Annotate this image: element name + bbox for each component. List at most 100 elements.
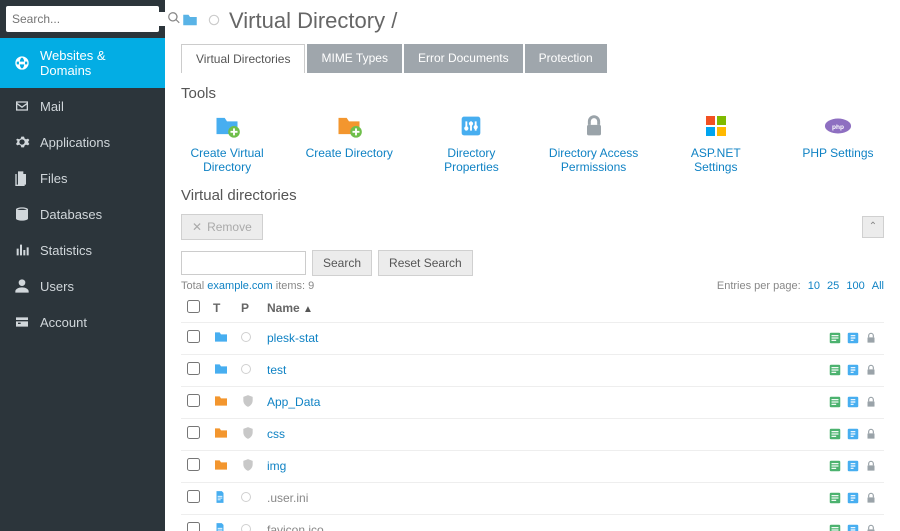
props-icon[interactable] bbox=[828, 363, 842, 377]
perms-icon[interactable] bbox=[846, 363, 860, 377]
directory-table: T P Name ▲ plesk-stattestApp_Datacssimg.… bbox=[181, 294, 884, 531]
lock-icon[interactable] bbox=[864, 331, 878, 345]
perm-icon bbox=[235, 386, 261, 418]
lock-icon bbox=[580, 112, 608, 140]
row-actions bbox=[820, 331, 878, 345]
lock-icon[interactable] bbox=[864, 523, 878, 531]
tab-error-documents[interactable]: Error Documents bbox=[404, 44, 523, 73]
row-checkbox[interactable] bbox=[187, 362, 200, 375]
row-name[interactable]: css bbox=[261, 418, 814, 450]
tools-row: Create Virtual Directory Create Director… bbox=[181, 112, 884, 175]
lock-icon[interactable] bbox=[864, 395, 878, 409]
remove-button[interactable]: ✕ Remove bbox=[181, 214, 263, 240]
perms-icon[interactable] bbox=[846, 459, 860, 473]
lock-icon[interactable] bbox=[864, 491, 878, 505]
sidebar-item-label: Files bbox=[40, 171, 67, 186]
sidebar-item-users[interactable]: Users bbox=[0, 268, 165, 304]
delete-icon: ✕ bbox=[192, 220, 202, 234]
select-all-checkbox[interactable] bbox=[187, 300, 200, 313]
sidebar-item-statistics[interactable]: Statistics bbox=[0, 232, 165, 268]
sidebar-search[interactable] bbox=[6, 6, 159, 32]
row-name: .user.ini bbox=[261, 482, 814, 514]
folder-plus-orange-icon bbox=[335, 112, 363, 140]
tool-directory-access-permissions[interactable]: Directory Access Permissions bbox=[548, 112, 640, 175]
row-actions bbox=[820, 395, 878, 409]
col-name[interactable]: Name ▲ bbox=[261, 294, 814, 323]
summary-row: Total example.com items: 9 Entries per p… bbox=[181, 280, 884, 292]
perms-icon[interactable] bbox=[846, 523, 860, 531]
props-icon[interactable] bbox=[828, 395, 842, 409]
row-checkbox[interactable] bbox=[187, 458, 200, 471]
collapse-button[interactable]: ⌃ bbox=[862, 216, 884, 238]
lock-icon[interactable] bbox=[864, 363, 878, 377]
pager-100[interactable]: 100 bbox=[846, 280, 864, 292]
remove-label: Remove bbox=[207, 220, 252, 234]
pager-25[interactable]: 25 bbox=[827, 280, 839, 292]
sidebar-item-files[interactable]: Files bbox=[0, 160, 165, 196]
props-icon[interactable] bbox=[828, 491, 842, 505]
search-button[interactable]: Search bbox=[312, 250, 372, 276]
tab-protection[interactable]: Protection bbox=[525, 44, 607, 73]
row-name[interactable]: plesk-stat bbox=[261, 322, 814, 354]
pager-all[interactable]: All bbox=[872, 280, 884, 292]
sidebar-item-databases[interactable]: Databases bbox=[0, 196, 165, 232]
props-icon[interactable] bbox=[828, 331, 842, 345]
sidebar-item-account[interactable]: Account bbox=[0, 304, 165, 340]
perm-icon bbox=[235, 482, 261, 514]
props-icon[interactable] bbox=[828, 523, 842, 531]
col-type[interactable]: T bbox=[207, 294, 235, 323]
col-permission[interactable]: P bbox=[235, 294, 261, 323]
props-icon[interactable] bbox=[828, 459, 842, 473]
row-name[interactable]: img bbox=[261, 450, 814, 482]
tool-create-directory[interactable]: Create Directory bbox=[303, 112, 395, 175]
main-content: Virtual Directory / Virtual Directories … bbox=[165, 0, 900, 531]
domain-link[interactable]: example.com bbox=[207, 280, 272, 292]
tool-aspnet-settings[interactable]: ASP.NET Settings bbox=[670, 112, 762, 175]
row-checkbox[interactable] bbox=[187, 330, 200, 343]
row-checkbox[interactable] bbox=[187, 394, 200, 407]
lock-icon[interactable] bbox=[864, 427, 878, 441]
table-header-row: T P Name ▲ bbox=[181, 294, 884, 323]
sidebar-item-websites-domains[interactable]: Websites & Domains bbox=[0, 38, 165, 88]
perm-icon bbox=[235, 450, 261, 482]
tabs: Virtual Directories MIME Types Error Doc… bbox=[181, 44, 884, 73]
sidebar-item-label: Account bbox=[40, 315, 87, 330]
sidebar-item-mail[interactable]: Mail bbox=[0, 88, 165, 124]
items-count: Total example.com items: 9 bbox=[181, 280, 314, 292]
filter-input[interactable] bbox=[181, 251, 306, 275]
table-row: plesk-stat bbox=[181, 322, 884, 354]
sidebar-item-label: Websites & Domains bbox=[40, 48, 151, 78]
row-checkbox[interactable] bbox=[187, 426, 200, 439]
search-input[interactable] bbox=[12, 12, 167, 26]
sidebar-item-applications[interactable]: Applications bbox=[0, 124, 165, 160]
perm-icon bbox=[235, 322, 261, 354]
row-checkbox[interactable] bbox=[187, 522, 200, 531]
row-name[interactable]: App_Data bbox=[261, 386, 814, 418]
reset-search-button[interactable]: Reset Search bbox=[378, 250, 473, 276]
lock-icon[interactable] bbox=[864, 459, 878, 473]
folder-icon bbox=[181, 11, 199, 32]
vdir-status-icon bbox=[207, 13, 221, 30]
pager-10[interactable]: 10 bbox=[808, 280, 820, 292]
row-actions bbox=[820, 523, 878, 531]
page-header: Virtual Directory / bbox=[181, 8, 884, 34]
tool-label: PHP Settings bbox=[802, 146, 873, 160]
tool-create-virtual-directory[interactable]: Create Virtual Directory bbox=[181, 112, 273, 175]
type-icon bbox=[207, 482, 235, 514]
table-row: favicon.ico bbox=[181, 514, 884, 531]
sidebar-item-label: Mail bbox=[40, 99, 64, 114]
table-row: .user.ini bbox=[181, 482, 884, 514]
row-name[interactable]: test bbox=[261, 354, 814, 386]
tab-mime-types[interactable]: MIME Types bbox=[307, 44, 401, 73]
tool-directory-properties[interactable]: Directory Properties bbox=[425, 112, 517, 175]
perms-icon[interactable] bbox=[846, 491, 860, 505]
sidebar-item-label: Applications bbox=[40, 135, 110, 150]
row-checkbox[interactable] bbox=[187, 490, 200, 503]
sort-asc-icon: ▲ bbox=[303, 304, 313, 315]
perms-icon[interactable] bbox=[846, 331, 860, 345]
tab-virtual-directories[interactable]: Virtual Directories bbox=[181, 44, 305, 73]
perms-icon[interactable] bbox=[846, 427, 860, 441]
tool-php-settings[interactable]: php PHP Settings bbox=[792, 112, 884, 175]
props-icon[interactable] bbox=[828, 427, 842, 441]
perms-icon[interactable] bbox=[846, 395, 860, 409]
